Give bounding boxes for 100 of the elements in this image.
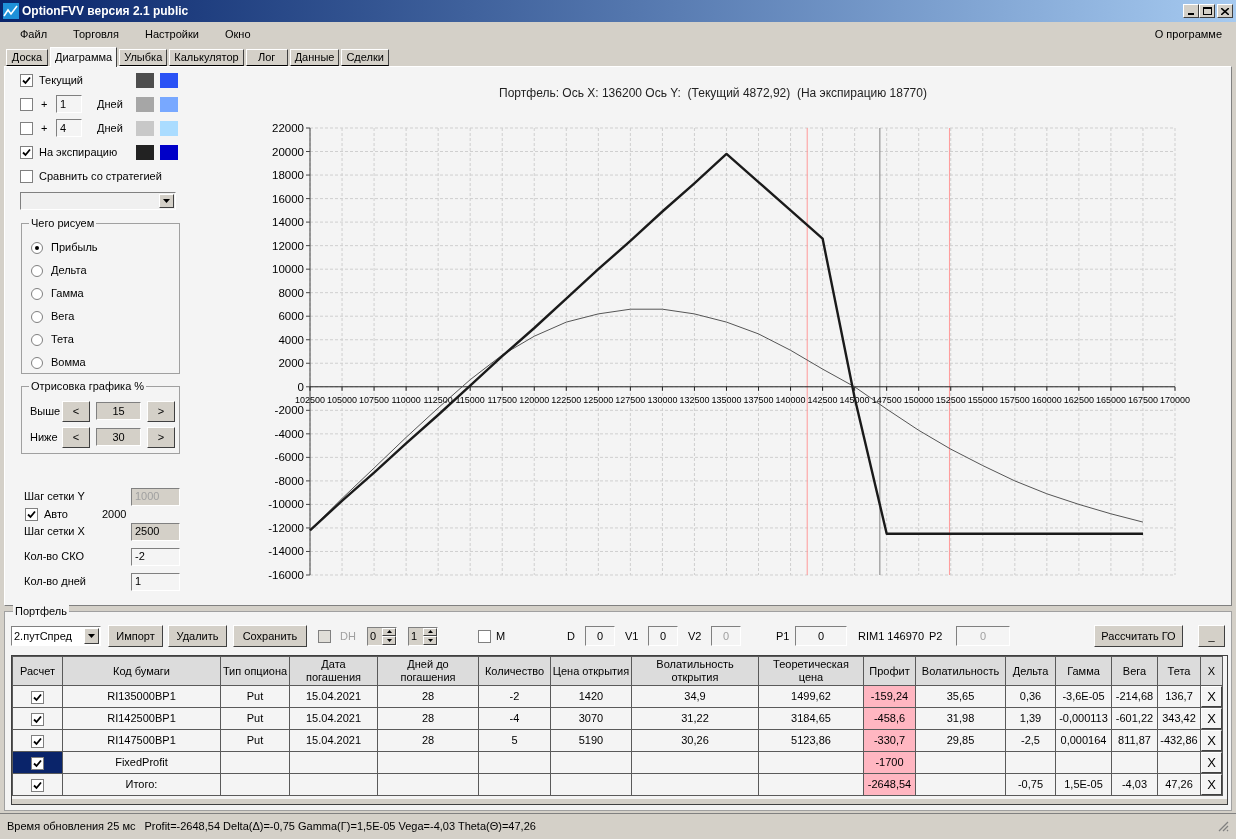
decrease-button[interactable]: <: [62, 426, 90, 448]
checkbox[interactable]: [20, 97, 33, 111]
days-field[interactable]: 4: [56, 119, 82, 137]
margin-button[interactable]: Рассчитать ГО: [1094, 625, 1183, 647]
number-field[interactable]: 0: [585, 626, 615, 646]
radio-label: Гамма: [51, 286, 84, 302]
color-swatch[interactable]: [160, 120, 178, 136]
column-header[interactable]: Код бумаги: [62, 656, 221, 686]
delete-row-button[interactable]: X: [1201, 774, 1222, 795]
color-swatch[interactable]: [136, 72, 154, 88]
radio-button[interactable]: [31, 241, 43, 254]
strategy-dropdown[interactable]: [20, 192, 176, 210]
delete-row-button[interactable]: X: [1201, 708, 1222, 729]
checkbox[interactable]: [20, 121, 33, 135]
radio-button[interactable]: [31, 287, 43, 300]
axis-label: -2000: [274, 404, 304, 417]
spin-field[interactable]: 0: [367, 626, 397, 646]
column-header[interactable]: Дней до погашения: [377, 656, 479, 686]
radio-button[interactable]: [31, 356, 43, 369]
tab[interactable]: Лог: [245, 49, 288, 66]
number-field[interactable]: 2500: [131, 522, 180, 541]
tab[interactable]: Диаграмма: [50, 47, 118, 67]
checkbox[interactable]: [31, 690, 44, 704]
color-swatch[interactable]: [136, 120, 154, 136]
column-header[interactable]: X: [1200, 656, 1223, 686]
percent-field[interactable]: 30: [96, 428, 141, 446]
column-header[interactable]: Дата погашения: [289, 656, 378, 686]
decrease-button[interactable]: <: [62, 400, 90, 422]
column-header[interactable]: Профит: [863, 656, 916, 686]
check-cell[interactable]: [12, 773, 63, 796]
checkbox[interactable]: [31, 778, 44, 792]
menu-item[interactable]: Торговля: [66, 25, 126, 43]
spin-up-button[interactable]: [423, 627, 437, 636]
column-header[interactable]: Дельта: [1005, 656, 1056, 686]
collapse-button[interactable]: _: [1198, 625, 1225, 647]
menu-item[interactable]: Файл: [13, 25, 55, 43]
check-cell[interactable]: [12, 707, 63, 730]
column-header[interactable]: Теоретическая цена: [758, 656, 864, 686]
column-header[interactable]: Гамма: [1055, 656, 1112, 686]
increase-button[interactable]: >: [147, 400, 175, 422]
tab[interactable]: Данные: [289, 49, 340, 66]
check-cell[interactable]: [12, 685, 63, 708]
table-cell: 1,39: [1019, 712, 1042, 725]
column-header[interactable]: Количество: [478, 656, 551, 686]
spin-up-button[interactable]: [382, 627, 396, 636]
checkbox[interactable]: [31, 756, 44, 770]
delete-row-button[interactable]: X: [1201, 730, 1222, 751]
percent-field[interactable]: 15: [96, 402, 141, 420]
spin-down-button[interactable]: [423, 636, 437, 645]
radio-button[interactable]: [31, 264, 43, 277]
axis-label: 162500: [1063, 394, 1094, 405]
maximize-button[interactable]: [1199, 4, 1215, 18]
tab[interactable]: Доска: [6, 49, 48, 66]
toolbar-button[interactable]: Удалить: [168, 625, 227, 647]
about-menu-item[interactable]: О программе: [1148, 25, 1228, 43]
radio-button[interactable]: [31, 310, 43, 323]
axis-label: 110000: [391, 394, 421, 405]
column-header[interactable]: Тип опциона: [220, 656, 290, 686]
check-cell[interactable]: [12, 751, 63, 774]
spin-field[interactable]: 1: [408, 626, 438, 646]
menu-item[interactable]: Настройки: [138, 25, 206, 43]
checkbox[interactable]: [20, 169, 33, 183]
column-header[interactable]: Расчет: [12, 656, 63, 686]
checkbox[interactable]: [20, 73, 33, 87]
number-field[interactable]: -2: [131, 547, 180, 566]
tab[interactable]: Калькулятор: [169, 49, 244, 66]
minimize-button[interactable]: [1183, 4, 1199, 18]
check-cell[interactable]: [12, 729, 63, 752]
strategy-dropdown[interactable]: 2.путСпред: [11, 626, 101, 646]
checkbox[interactable]: [20, 145, 33, 159]
table-cell: 5190: [578, 734, 604, 747]
tab[interactable]: Сделки: [341, 49, 389, 66]
checkbox[interactable]: [478, 629, 491, 643]
color-swatch[interactable]: [136, 96, 154, 112]
column-header[interactable]: Цена открытия: [550, 656, 632, 686]
delete-row-button[interactable]: X: [1201, 752, 1222, 773]
number-field[interactable]: 1: [131, 572, 180, 591]
number-field[interactable]: 0: [648, 626, 678, 646]
column-header[interactable]: Волатильность открытия: [631, 656, 759, 686]
toolbar-button[interactable]: Импорт: [108, 625, 163, 647]
increase-button[interactable]: >: [147, 426, 175, 448]
column-header[interactable]: Вега: [1111, 656, 1158, 686]
spin-down-button[interactable]: [382, 636, 396, 645]
radio-button[interactable]: [31, 333, 43, 346]
tab[interactable]: Улыбка: [119, 49, 168, 66]
color-swatch[interactable]: [136, 144, 154, 160]
delete-row-button[interactable]: X: [1201, 686, 1222, 707]
color-swatch[interactable]: [160, 72, 178, 88]
number-field[interactable]: 0: [795, 626, 847, 646]
days-field[interactable]: 1: [56, 95, 82, 113]
color-swatch[interactable]: [160, 96, 178, 112]
column-header[interactable]: Тета: [1157, 656, 1201, 686]
column-header[interactable]: Волатильность: [915, 656, 1006, 686]
menu-item[interactable]: Окно: [217, 25, 258, 43]
checkbox[interactable]: [31, 712, 44, 726]
toolbar-button[interactable]: Сохранить: [233, 625, 307, 647]
checkbox[interactable]: [25, 507, 38, 521]
checkbox[interactable]: [31, 734, 44, 748]
color-swatch[interactable]: [160, 144, 178, 160]
close-button[interactable]: [1217, 4, 1233, 18]
